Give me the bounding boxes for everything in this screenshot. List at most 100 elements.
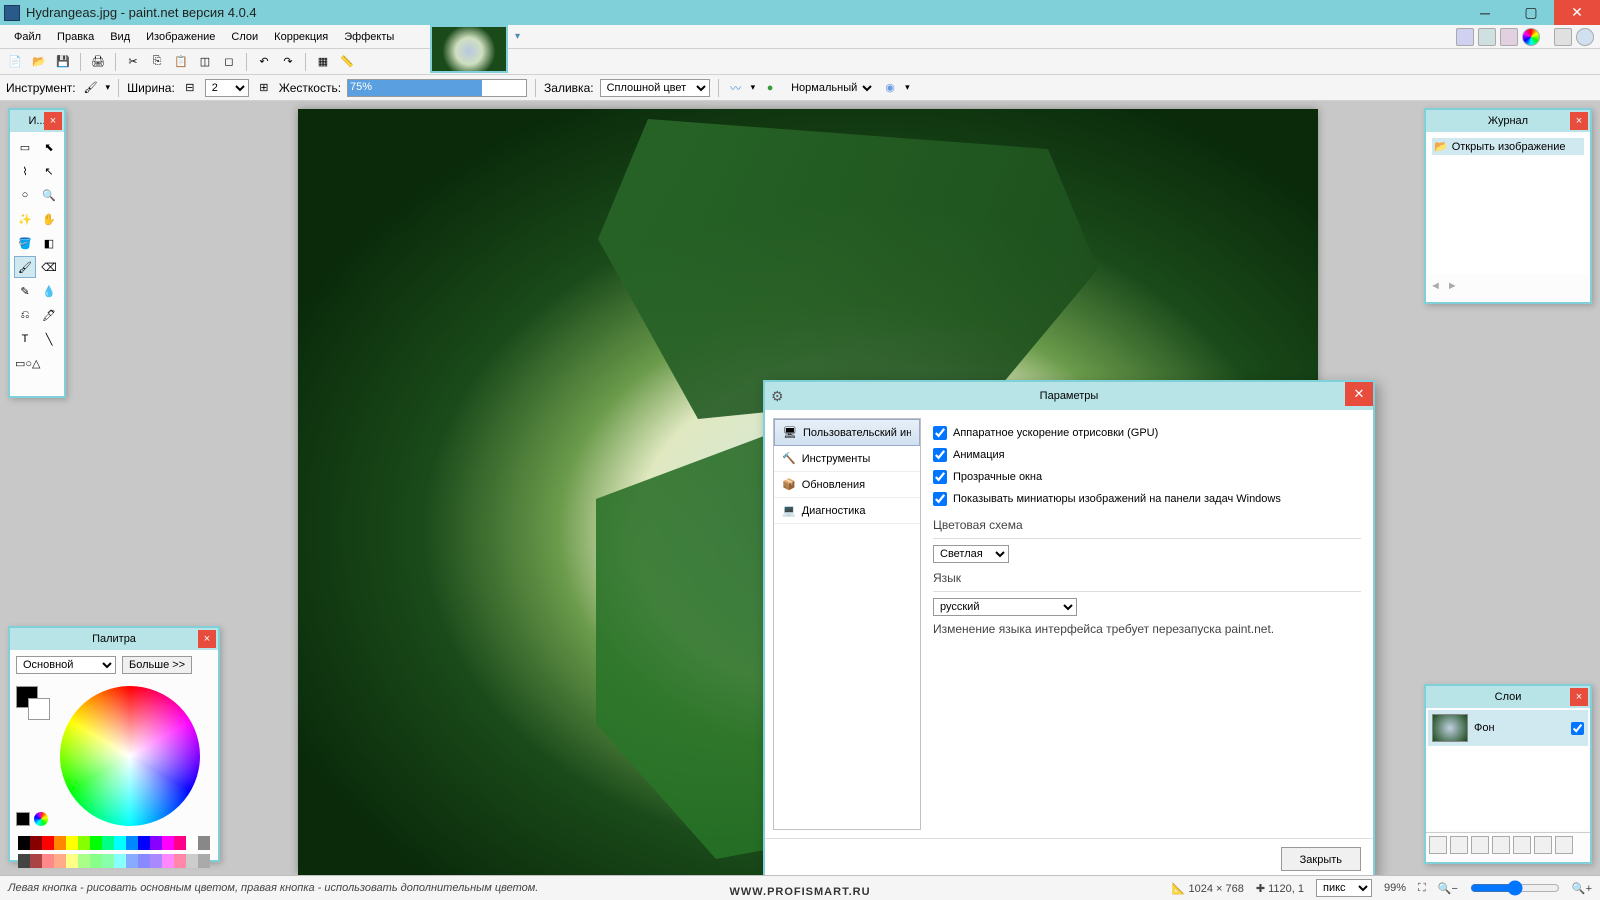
blend-icon[interactable]: ◉ [881,79,899,97]
minimize-button[interactable]: ─ [1462,0,1508,25]
new-icon[interactable]: 📄 [6,53,24,71]
wheel-icon[interactable] [34,812,48,826]
wand-tool[interactable]: ✨ [14,208,36,230]
color-scheme-select[interactable]: Светлая [933,545,1009,563]
color-swatches[interactable] [16,686,52,722]
zoom-out-icon[interactable]: 🔍− [1438,882,1458,895]
anim-checkbox[interactable] [933,448,947,462]
menu-file[interactable]: Файл [6,28,49,46]
nav-diag[interactable]: 💻Диагностика [774,498,920,524]
history-toggle-icon[interactable] [1478,28,1496,46]
zoom-in-icon[interactable]: 🔍+ [1572,882,1592,895]
alpha-icon[interactable]: ● [761,79,779,97]
menu-adjust[interactable]: Коррекция [266,28,336,46]
gpu-checkbox[interactable] [933,426,947,440]
menu-effects[interactable]: Эффекты [336,28,402,46]
up-layer-icon[interactable] [1513,836,1531,854]
close-button[interactable]: ✕ [1554,0,1600,25]
zoom-slider[interactable] [1470,880,1560,896]
merge-layer-icon[interactable] [1492,836,1510,854]
brush-tool[interactable]: 🖌 [14,256,36,278]
color-wheel[interactable] [60,686,200,826]
settings-icon[interactable] [1554,28,1572,46]
dialog-close-button[interactable]: Закрыть [1281,847,1361,871]
width-minus-icon[interactable]: ⊟ [181,79,199,97]
deselect-icon[interactable]: ◻ [220,53,238,71]
cut-icon[interactable]: ✂ [124,53,142,71]
paste-icon[interactable]: 📋 [172,53,190,71]
lasso-tool[interactable]: ⌇ [14,160,36,182]
nav-updates[interactable]: 📦Обновления [774,472,920,498]
props-layer-icon[interactable] [1555,836,1573,854]
add-layer-icon[interactable] [1429,836,1447,854]
print-icon[interactable]: 🖨 [89,53,107,71]
layers-close-icon[interactable]: × [1570,688,1588,706]
copy-icon[interactable]: ⎘ [148,53,166,71]
history-redo-icon[interactable]: ► [1447,280,1458,292]
history-close-icon[interactable]: × [1570,112,1588,130]
picker-tool[interactable]: 💧 [38,280,60,302]
layer-item[interactable]: Фон [1428,710,1588,746]
crop-icon[interactable]: ◫ [196,53,214,71]
tools-toggle-icon[interactable] [1456,28,1474,46]
open-icon[interactable]: 📂 [30,53,48,71]
antialias-icon[interactable]: 〰 [727,79,745,97]
move-tool[interactable]: ↖ [38,160,60,182]
delete-layer-icon[interactable] [1450,836,1468,854]
recolor-tool[interactable]: 🖊 [38,304,60,326]
text-tool[interactable]: T [14,328,36,350]
nav-tools[interactable]: 🔨Инструменты [774,446,920,472]
dialog-close-icon[interactable]: ✕ [1345,382,1373,406]
grid-icon[interactable]: ▦ [314,53,332,71]
menu-edit[interactable]: Правка [49,28,102,46]
image-tab[interactable]: ▾ [430,25,508,73]
save-icon[interactable]: 💾 [54,53,72,71]
line-tool[interactable]: ╲ [38,328,60,350]
down-layer-icon[interactable] [1534,836,1552,854]
dup-layer-icon[interactable] [1471,836,1489,854]
rect-select-tool[interactable]: ▭ [14,136,36,158]
layer-visible-checkbox[interactable] [1571,722,1584,735]
trans-checkbox[interactable] [933,470,947,484]
nav-ui[interactable]: 🖥Пользовательский ин [774,419,920,446]
move-sel-tool[interactable]: ⬉ [38,136,60,158]
more-button[interactable]: Больше >> [122,656,192,674]
bucket-tool[interactable]: 🪣 [14,232,36,254]
brush-width-select[interactable]: 2 [205,79,249,97]
palette-close-icon[interactable]: × [198,630,216,648]
ruler-icon[interactable]: 📏 [338,53,356,71]
eraser-tool[interactable]: ⌫ [38,256,60,278]
width-plus-icon[interactable]: ⊞ [255,79,273,97]
fill-select[interactable]: Сплошной цвет [600,79,710,97]
palette-strip-2[interactable] [18,854,210,868]
units-select[interactable]: пикс [1316,879,1372,897]
history-item[interactable]: 📂Открыть изображение [1432,138,1584,155]
black-swatch[interactable] [16,812,30,826]
clone-tool[interactable]: ⎌ [14,304,36,326]
redo-icon[interactable]: ↷ [279,53,297,71]
thumb-checkbox[interactable] [933,492,947,506]
palette-strip[interactable] [18,836,210,850]
gradient-tool[interactable]: ◧ [38,232,60,254]
blend-mode-select[interactable]: Нормальный [785,80,875,96]
zoom-tool[interactable]: 🔍 [38,184,60,206]
colors-toggle-icon[interactable] [1522,28,1540,46]
undo-icon[interactable]: ↶ [255,53,273,71]
language-select[interactable]: русский [933,598,1077,616]
menu-image[interactable]: Изображение [138,28,223,46]
layers-toggle-icon[interactable] [1500,28,1518,46]
menu-view[interactable]: Вид [102,28,138,46]
pan-tool[interactable]: ✋ [38,208,60,230]
pencil-tool[interactable]: ✎ [14,280,36,302]
shapes-tool[interactable]: ▭○△ [14,352,36,374]
tools-close-icon[interactable]: × [44,112,62,130]
zoom-fit-icon[interactable]: ⛶ [1418,882,1426,895]
ellipse-select-tool[interactable]: ○ [14,184,36,206]
brush-tool-icon[interactable]: 🖌 [82,79,100,97]
history-undo-icon[interactable]: ◄ [1430,280,1441,292]
help-icon[interactable] [1576,28,1594,46]
menu-layers[interactable]: Слои [223,28,266,46]
hardness-slider[interactable]: 75% [347,79,527,97]
maximize-button[interactable]: ▢ [1508,0,1554,25]
color-mode-select[interactable]: Основной [16,656,116,674]
